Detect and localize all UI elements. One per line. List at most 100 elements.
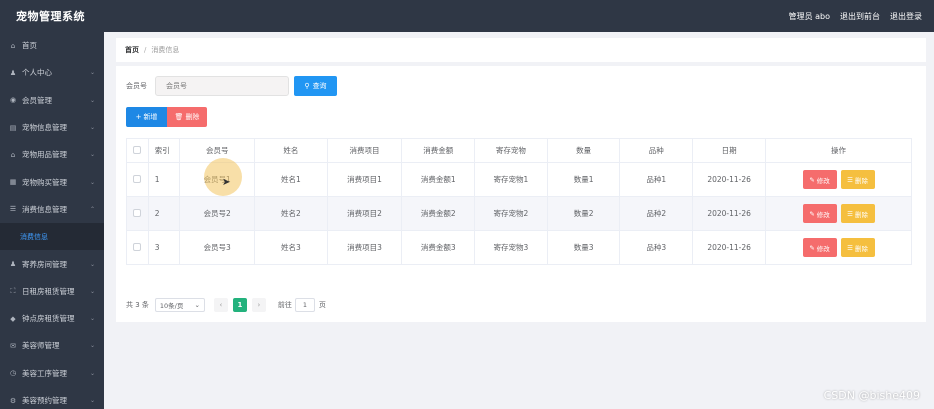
delete-label: 删除 [854, 244, 868, 253]
sidebar-item[interactable]: ♟ 寄养房间管理 ⌄ [0, 250, 104, 277]
chevron-down-icon: ⌄ [89, 342, 95, 350]
logout-link[interactable]: 退出登录 [890, 11, 922, 22]
add-button[interactable]: + 新增 [126, 107, 167, 127]
add-button-label: 新增 [143, 113, 158, 121]
column-header: 数量 [546, 138, 621, 163]
edit-button[interactable]: ✎ 修改 [802, 204, 837, 223]
edit-button[interactable]: ✎ 修改 [802, 238, 837, 257]
bank-icon: ⌂ [10, 150, 16, 159]
sidebar-item[interactable]: ◉ 会员管理 ⌄ [0, 87, 104, 114]
page-size-select[interactable]: 10条/页 ⌄ [154, 298, 205, 312]
row-checkbox[interactable] [133, 174, 142, 183]
select-all-checkbox[interactable] [133, 145, 142, 154]
row-actions-cell: ✎ 修改 ☰ 删除 [765, 162, 912, 197]
breadcrumb-home[interactable]: 首页 [125, 45, 139, 55]
sidebar-item[interactable]: ✉ 美容师管理 ⌄ [0, 332, 104, 359]
prev-page-button[interactable]: ‹ [213, 298, 228, 312]
table-cell: 消费金额2 [401, 196, 476, 231]
chevron-down-icon: ⌄ [89, 178, 95, 186]
chevron-left-icon: ‹ [219, 301, 223, 309]
table-cell: 品种1 [619, 162, 694, 197]
back-to-front-link[interactable]: 退出到前台 [840, 11, 880, 22]
page-unit-label: 页 [318, 301, 326, 309]
sidebar-item-label: 宠物信息管理 [22, 123, 67, 133]
delete-button[interactable]: ☰ 删除 [840, 204, 875, 223]
delete-button[interactable]: ☰ 删除 [840, 238, 875, 257]
table-cell: 消费金额3 [401, 230, 476, 265]
table-row[interactable]: 1 会员号1 姓名1 消费项目1 消费金额1 寄存宠物1 数量1 品种1 2020-11-26 ✎… [126, 162, 912, 197]
sidebar-item[interactable]: ⚙ 美容预约管理 ⌄ [0, 387, 104, 409]
member-search-input[interactable] [155, 76, 289, 96]
sidebar-item-label: 宠物用品管理 [22, 150, 67, 160]
table-cell: 会员号3 [179, 230, 256, 265]
sidebar-item[interactable]: ⌂ 首页 [0, 32, 104, 59]
location-icon: ◆ [10, 314, 16, 323]
table-cell: 寄存宠物1 [474, 162, 548, 197]
mail-icon: ✉ [10, 341, 16, 350]
sidebar-item[interactable]: ⛶ 日租房租赁管理 ⌄ [0, 278, 104, 305]
chevron-down-icon: ⌄ [89, 124, 95, 132]
chevron-up-icon: ⌃ [89, 205, 95, 213]
content-panel: 会员号 ⚲ 查询 + 新增 🗑 删除 索引会员号姓名消费项目消费金额寄存宠物数量… [116, 66, 926, 322]
table-cell: 1 [147, 162, 181, 197]
sidebar-item-label: 个人中心 [22, 68, 52, 78]
search-button[interactable]: ⚲ 查询 [294, 76, 337, 96]
row-select-cell [126, 196, 149, 231]
sidebar-item[interactable]: ▦ 宠物购买管理 ⌄ [0, 168, 104, 195]
column-header: 操作 [765, 138, 912, 163]
table-cell: 消费项目3 [326, 230, 403, 265]
user-icon: ♟ [9, 260, 17, 269]
sidebar-item[interactable]: ⌂ 宠物用品管理 ⌄ [0, 141, 104, 168]
row-checkbox[interactable] [133, 242, 142, 251]
delete-button[interactable]: ☰ 删除 [840, 170, 875, 189]
breadcrumb-current: 消费信息 [151, 46, 180, 54]
sidebar-item[interactable]: ▤ 宠物信息管理 ⌄ [0, 114, 104, 141]
row-select-cell [126, 230, 149, 265]
goto-page-input[interactable]: 1 [294, 298, 315, 312]
settings-icon: ⚙ [9, 396, 17, 405]
sidebar-item-label: 会员管理 [22, 95, 52, 105]
search-icon: ⚲ [304, 82, 310, 90]
bulk-delete-label: 删除 [185, 113, 200, 121]
column-header: 寄存宠物 [474, 138, 548, 163]
microphone-icon: ◉ [9, 96, 17, 105]
sidebar-item[interactable]: ♟ 个人中心 ⌄ [0, 59, 104, 86]
sidebar-subitem-consumption-info[interactable]: 消费信息 [0, 223, 104, 251]
row-actions-cell: ✎ 修改 ☰ 删除 [765, 230, 912, 265]
bulk-delete-button[interactable]: 🗑 删除 [167, 107, 207, 127]
sidebar-item[interactable]: ◷ 美容工序管理 ⌄ [0, 360, 104, 387]
pagination: 共 3 条 10条/页 ⌄ ‹ 1 › 前往 1 页 [126, 298, 326, 312]
table-cell: 2020-11-26 [692, 196, 767, 231]
sidebar-item[interactable]: ☰ 消费信息管理 ⌃ [0, 196, 104, 223]
fullscreen-icon: ⛶ [10, 286, 16, 295]
column-header: 消费项目 [326, 138, 403, 163]
page-button-current[interactable]: 1 [232, 298, 247, 312]
column-header: 姓名 [254, 138, 328, 163]
table-cell: 姓名1 [254, 162, 328, 197]
table-row[interactable]: 2 会员号2 姓名2 消费项目2 消费金额2 寄存宠物2 数量2 品种2 2020-11-26 ✎… [126, 196, 912, 231]
select-all-cell [126, 138, 149, 163]
sidebar-item-label: 美容工序管理 [22, 368, 67, 378]
chevron-right-icon: › [257, 301, 261, 309]
table-row[interactable]: 3 会员号3 姓名3 消费项目3 消费金额3 寄存宠物3 数量3 品种3 2020-11-26 ✎… [126, 230, 912, 265]
edit-label: 修改 [816, 210, 830, 219]
table-cell: 品种3 [619, 230, 694, 265]
sidebar-item-label: 美容预约管理 [22, 396, 67, 405]
edit-label: 修改 [816, 176, 830, 185]
list-icon: ☰ [9, 205, 17, 214]
chevron-down-icon: ⌄ [194, 301, 200, 309]
top-bar: 宠物管理系统 管理员 abo 退出到前台 退出登录 [0, 0, 934, 32]
search-row: 会员号 ⚲ 查询 [126, 76, 337, 96]
table-cell: 品种2 [619, 196, 694, 231]
next-page-button[interactable]: › [251, 298, 266, 312]
top-bar-actions: 管理员 abo 退出到前台 退出登录 [789, 11, 922, 22]
table-body: 1 会员号1 姓名1 消费项目1 消费金额1 寄存宠物1 数量1 品种1 2020-11-26 ✎… [126, 162, 912, 265]
sidebar-item-label: 美容师管理 [22, 341, 60, 351]
clock-icon: ◷ [9, 369, 17, 378]
delete-label: 删除 [854, 176, 868, 185]
edit-button[interactable]: ✎ 修改 [802, 170, 837, 189]
row-checkbox[interactable] [133, 208, 142, 217]
sidebar-item[interactable]: ◆ 钟点房租赁管理 ⌄ [0, 305, 104, 332]
table-cell: 消费项目2 [326, 196, 403, 231]
search-button-label: 查询 [312, 82, 327, 90]
